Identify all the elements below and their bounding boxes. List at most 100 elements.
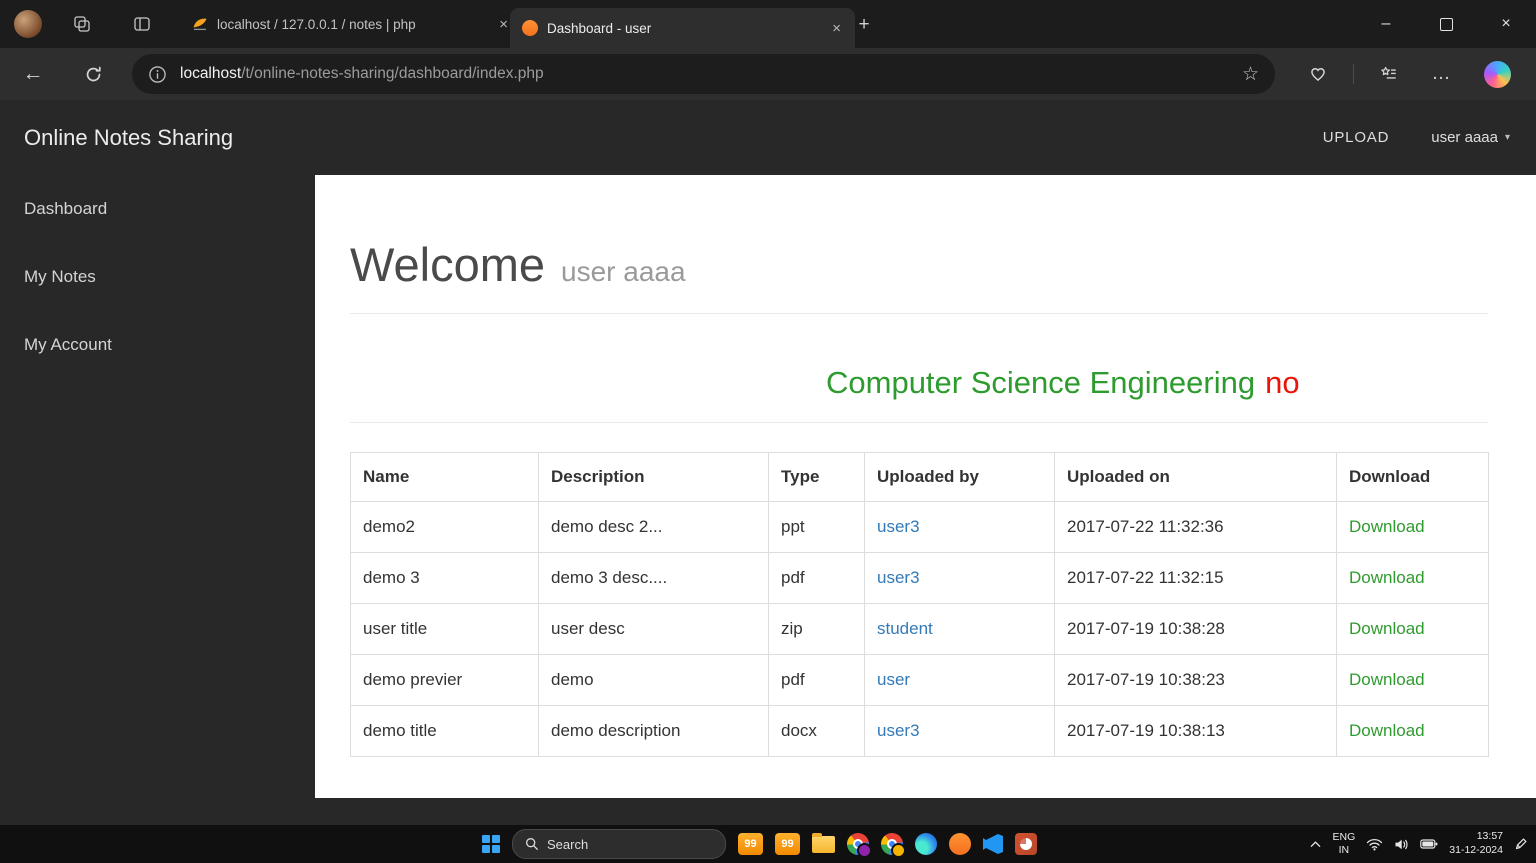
uploaded-by-cell: student (864, 603, 1055, 655)
vscode-icon[interactable] (983, 834, 1003, 854)
workspaces-icon[interactable] (64, 6, 100, 42)
note-description: demo description (538, 705, 769, 757)
uploader-link[interactable]: user (877, 670, 910, 689)
favorites-hub-icon[interactable] (1372, 57, 1406, 91)
edge-icon[interactable] (915, 833, 937, 855)
uploader-link[interactable]: student (877, 619, 933, 638)
file-explorer-icon[interactable] (812, 832, 835, 853)
uploaded-by-cell: user (864, 654, 1055, 706)
minimize-button[interactable]: – (1356, 0, 1416, 48)
battery-icon[interactable] (1420, 838, 1438, 850)
search-label: Search (547, 836, 589, 852)
volume-icon[interactable] (1394, 838, 1409, 851)
download-link[interactable]: Download (1349, 517, 1425, 536)
back-button[interactable]: ← (16, 57, 50, 91)
chrome-icon[interactable] (847, 833, 872, 858)
user-menu[interactable]: user aaaa ▾ (1431, 129, 1510, 146)
profile-badge (857, 843, 872, 858)
uploader-link[interactable]: user3 (877, 721, 920, 740)
maximize-icon (1439, 17, 1453, 31)
welcome-heading: Welcome user aaaa (350, 237, 686, 292)
uploaded-on: 2017-07-19 10:38:13 (1054, 705, 1337, 757)
divider (350, 313, 1488, 314)
uploader-link[interactable]: user3 (877, 568, 920, 587)
app-navbar: Online Notes Sharing UPLOAD user aaaa ▾ (0, 100, 1536, 176)
col-download: Download (1336, 452, 1489, 502)
uploaded-by-cell: user3 (864, 705, 1055, 757)
site-info-icon[interactable] (148, 65, 167, 84)
xampp-icon[interactable] (949, 833, 971, 855)
window-controls: – × (1356, 0, 1536, 48)
profile-badge (891, 843, 906, 858)
screen: localhost / 127.0.0.1 / notes | php × Da… (0, 0, 1536, 863)
browser-toolbar: ← localhost/t/online-notes-sharing/dashb… (0, 48, 1536, 100)
url-host: localhost (180, 65, 242, 82)
wifi-icon[interactable] (1366, 838, 1383, 851)
search-icon (526, 838, 538, 850)
close-window-button[interactable]: × (1476, 0, 1536, 48)
note-description: demo 3 desc.... (538, 552, 769, 604)
col-type: Type (768, 452, 865, 502)
tab-dashboard[interactable]: Dashboard - user × (510, 8, 855, 48)
table-row: demo previer demo pdf user 2017-07-19 10… (350, 654, 1489, 706)
download-cell: Download (1336, 654, 1489, 706)
browser-profile-avatar[interactable] (14, 10, 42, 38)
download-link[interactable]: Download (1349, 619, 1425, 638)
note-type: zip (768, 603, 865, 655)
settings-more-icon[interactable]: … (1424, 57, 1458, 91)
notes-heading-green: Computer Science Engineering (826, 365, 1256, 400)
download-link[interactable]: Download (1349, 721, 1425, 740)
note-name: user title (350, 603, 539, 655)
lang-line1: ENG (1332, 831, 1356, 844)
tray-time: 13:57 (1476, 830, 1503, 843)
tab-localhost[interactable]: localhost / 127.0.0.1 / notes | php × (180, 0, 522, 48)
note-type: pdf (768, 654, 865, 706)
favorite-star-icon[interactable]: ☆ (1242, 63, 1259, 86)
uploader-link[interactable]: user3 (877, 517, 920, 536)
note-type: ppt (768, 501, 865, 553)
widget-99-icon[interactable]: 99 (775, 833, 800, 855)
powerpoint-icon[interactable] (1015, 833, 1037, 855)
notes-table: Name Description Type Uploaded by Upload… (350, 452, 1489, 757)
table-row: demo 3 demo 3 desc.... pdf user3 2017-07… (350, 552, 1489, 604)
new-tab-button[interactable]: + (850, 12, 878, 38)
address-bar[interactable]: localhost/t/online-notes-sharing/dashboa… (132, 54, 1275, 94)
browser-essentials-icon[interactable] (1301, 57, 1335, 91)
maximize-button[interactable] (1416, 0, 1476, 48)
upload-link[interactable]: UPLOAD (1323, 129, 1390, 146)
windows-taskbar: Search 99 99 ENG IN 13:57 31-12-2024 (0, 825, 1536, 863)
note-type: docx (768, 705, 865, 757)
widget-99-icon[interactable]: 99 (738, 833, 763, 855)
url-path: /t/online-notes-sharing/dashboard/index.… (241, 65, 544, 82)
sidebar-item-my-account[interactable]: My Account (0, 311, 315, 379)
language-indicator[interactable]: ENG IN (1333, 831, 1356, 856)
note-description: demo desc 2... (538, 501, 769, 553)
close-tab-icon[interactable]: × (826, 19, 847, 38)
refresh-button[interactable] (76, 57, 110, 91)
sidebar-item-my-notes[interactable]: My Notes (0, 243, 315, 311)
welcome-title: Welcome (350, 238, 546, 291)
chrome-icon-2[interactable] (881, 833, 906, 858)
app-brand[interactable]: Online Notes Sharing (24, 125, 233, 151)
uploaded-by-cell: user3 (864, 552, 1055, 604)
tray-date: 31-12-2024 (1449, 844, 1503, 856)
download-cell: Download (1336, 501, 1489, 553)
col-name: Name (350, 452, 539, 502)
uploaded-by-cell: user3 (864, 501, 1055, 553)
sidebar: Dashboard My Notes My Account (0, 175, 315, 825)
download-link[interactable]: Download (1349, 568, 1425, 587)
copilot-icon[interactable] (1484, 60, 1511, 88)
taskbar-search-box[interactable]: Search (512, 829, 726, 859)
notification-pen-icon[interactable] (1514, 837, 1528, 851)
table-row: user title user desc zip student 2017-07… (350, 603, 1489, 655)
tab-title: Dashboard - user (547, 20, 652, 36)
uploaded-on: 2017-07-19 10:38:28 (1054, 603, 1337, 655)
taskbar-center: Search 99 99 (482, 829, 1037, 859)
hidden-icons-chevron[interactable] (1309, 838, 1322, 850)
tab-actions-icon[interactable] (124, 6, 160, 42)
download-link[interactable]: Download (1349, 670, 1425, 689)
browser-titlebar: localhost / 127.0.0.1 / notes | php × Da… (0, 0, 1536, 48)
sidebar-item-dashboard[interactable]: Dashboard (0, 175, 315, 243)
start-button[interactable] (482, 835, 500, 853)
clock[interactable]: 13:57 31-12-2024 (1449, 830, 1503, 857)
